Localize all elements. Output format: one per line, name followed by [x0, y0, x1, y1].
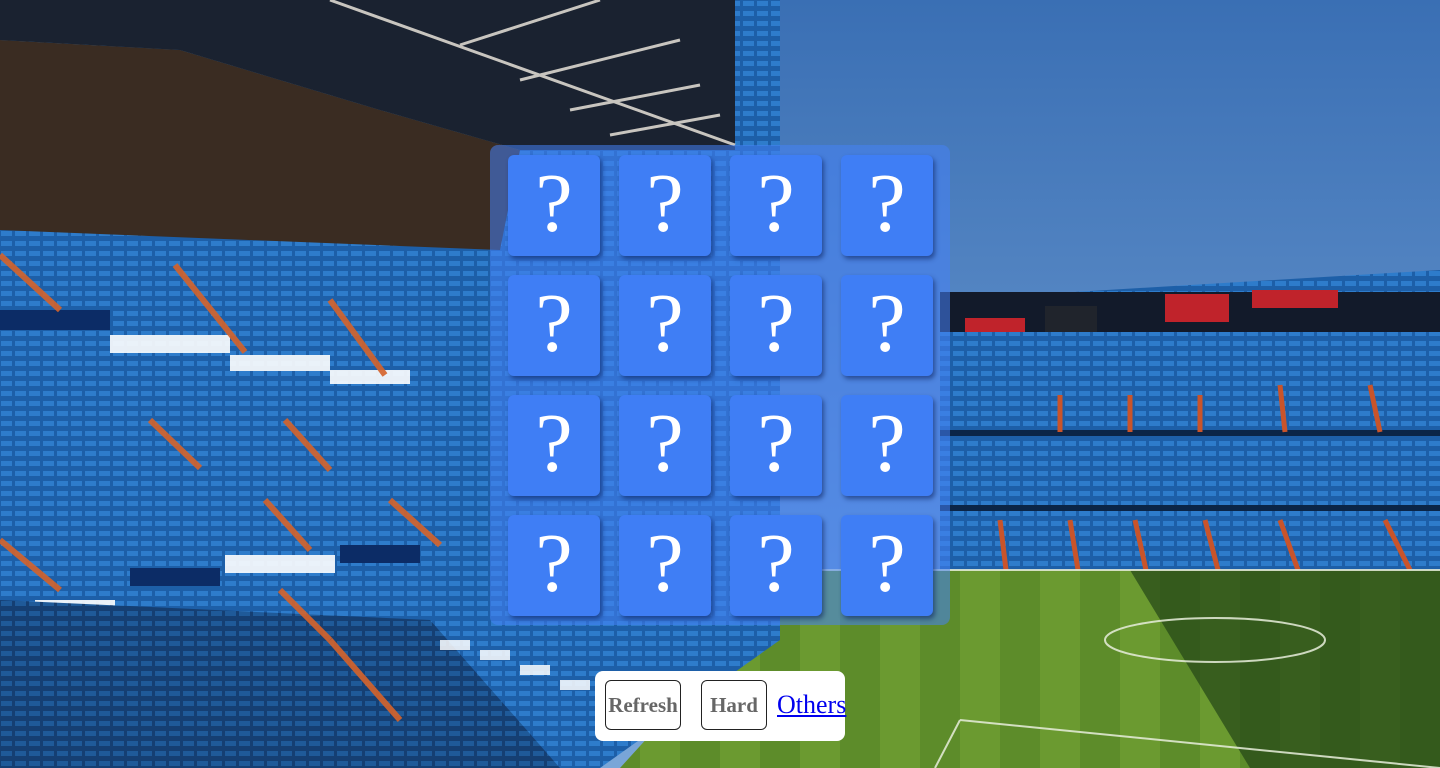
- hard-mode-button[interactable]: Hard: [701, 680, 767, 730]
- memory-card-r3-c3[interactable]: ?: [730, 395, 822, 496]
- question-mark-icon: ?: [535, 396, 573, 490]
- memory-card-r2-c3[interactable]: ?: [730, 275, 822, 376]
- question-mark-icon: ?: [646, 516, 684, 610]
- question-mark-icon: ?: [535, 156, 573, 250]
- question-mark-icon: ?: [535, 276, 573, 370]
- memory-card-r1-c3[interactable]: ?: [730, 155, 822, 256]
- game-controls: Refresh Hard Others: [595, 671, 846, 741]
- question-mark-icon: ?: [868, 156, 906, 250]
- question-mark-icon: ?: [757, 156, 795, 250]
- memory-game-board: ? ? ? ? ? ? ? ? ? ? ? ? ? ? ? ?: [490, 145, 950, 625]
- refresh-button[interactable]: Refresh: [605, 680, 681, 730]
- question-mark-icon: ?: [757, 396, 795, 490]
- others-link[interactable]: Others: [777, 690, 846, 720]
- memory-card-r3-c4[interactable]: ?: [841, 395, 933, 496]
- memory-card-r2-c4[interactable]: ?: [841, 275, 933, 376]
- memory-card-r4-c4[interactable]: ?: [841, 515, 933, 616]
- question-mark-icon: ?: [868, 516, 906, 610]
- memory-card-r3-c1[interactable]: ?: [508, 395, 600, 496]
- question-mark-icon: ?: [868, 396, 906, 490]
- question-mark-icon: ?: [535, 516, 573, 610]
- memory-card-r1-c2[interactable]: ?: [619, 155, 711, 256]
- memory-card-r4-c3[interactable]: ?: [730, 515, 822, 616]
- memory-card-r3-c2[interactable]: ?: [619, 395, 711, 496]
- question-mark-icon: ?: [646, 156, 684, 250]
- memory-card-r1-c4[interactable]: ?: [841, 155, 933, 256]
- question-mark-icon: ?: [646, 396, 684, 490]
- question-mark-icon: ?: [757, 276, 795, 370]
- question-mark-icon: ?: [868, 276, 906, 370]
- question-mark-icon: ?: [646, 276, 684, 370]
- memory-card-r2-c2[interactable]: ?: [619, 275, 711, 376]
- memory-card-r2-c1[interactable]: ?: [508, 275, 600, 376]
- memory-card-r4-c2[interactable]: ?: [619, 515, 711, 616]
- memory-card-r4-c1[interactable]: ?: [508, 515, 600, 616]
- question-mark-icon: ?: [757, 516, 795, 610]
- memory-card-r1-c1[interactable]: ?: [508, 155, 600, 256]
